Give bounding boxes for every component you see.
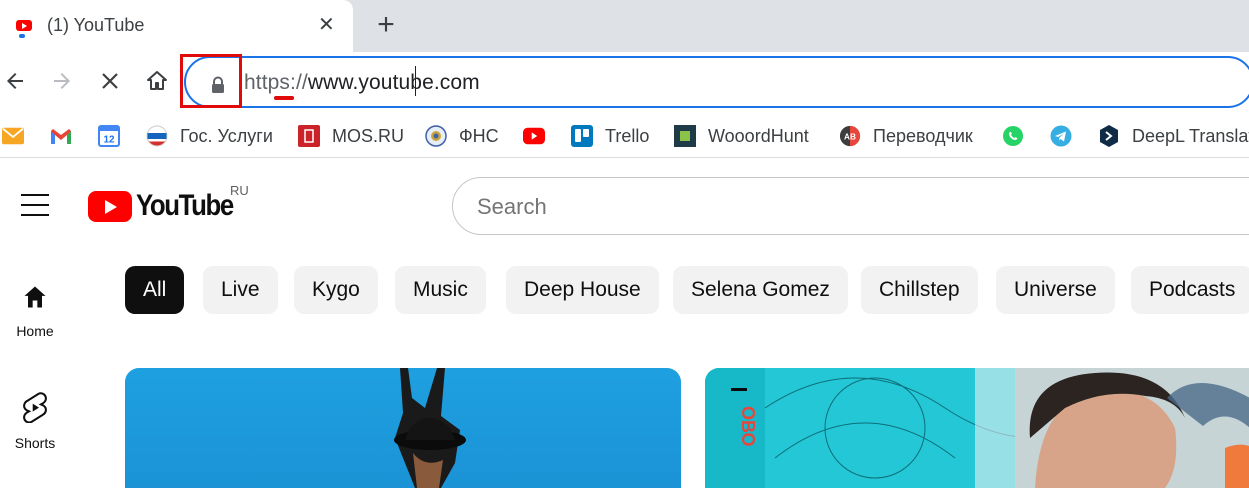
back-button[interactable] bbox=[0, 66, 30, 96]
forward-button[interactable] bbox=[47, 66, 77, 96]
trello-icon bbox=[571, 125, 593, 147]
youtube-play-icon bbox=[88, 190, 132, 222]
youtube-favicon-icon bbox=[16, 20, 32, 31]
mos-ru-icon bbox=[298, 125, 320, 147]
bookmarks-bar: 12 Гос. Услуги MOS.RU ФНС Trello WooordH… bbox=[0, 114, 1249, 158]
youtube-logo[interactable]: YouTube bbox=[88, 189, 249, 222]
wooordhunt-icon bbox=[674, 125, 696, 147]
youtube-icon bbox=[523, 125, 545, 147]
bookmark-whatsapp[interactable] bbox=[1002, 124, 1036, 148]
bookmark-label: WooordHunt bbox=[708, 126, 809, 146]
chip-live[interactable]: Live bbox=[203, 266, 278, 314]
thumbnail-overlay-text: ОВО bbox=[738, 406, 758, 447]
bookmark-translator[interactable]: AB Переводчик bbox=[839, 124, 973, 148]
close-icon bbox=[102, 73, 118, 89]
svg-text:AB: AB bbox=[844, 133, 856, 142]
bookmark-label: Гос. Услуги bbox=[180, 126, 273, 146]
chip-deep-house[interactable]: Deep House bbox=[506, 266, 659, 314]
new-tab-button[interactable]: + bbox=[372, 10, 400, 40]
tab-activity-indicator bbox=[19, 34, 25, 38]
text-cursor bbox=[415, 66, 416, 96]
chip-universe[interactable]: Universe bbox=[996, 266, 1115, 314]
arrow-left-icon bbox=[7, 73, 23, 89]
chip-podcasts[interactable]: Podcasts bbox=[1131, 266, 1249, 314]
browser-toolbar: https://www.youtube.com bbox=[0, 52, 1249, 114]
sidebar-item-label: Shorts bbox=[14, 435, 56, 451]
gmail-icon bbox=[50, 125, 72, 147]
search-box[interactable] bbox=[452, 177, 1249, 235]
video-thumbnail[interactable]: ОВО bbox=[705, 368, 1249, 488]
performer-silhouette-image bbox=[394, 368, 466, 488]
calendar-icon: 12 bbox=[98, 125, 120, 147]
url-scheme: https:// bbox=[244, 71, 308, 94]
bookmark-label: Trello bbox=[605, 126, 650, 146]
bookmark-mos-ru[interactable]: MOS.RU bbox=[298, 124, 404, 148]
chip-selena-gomez[interactable]: Selena Gomez bbox=[673, 266, 848, 314]
bookmark-mail[interactable] bbox=[2, 124, 36, 148]
gosuslugi-icon bbox=[146, 125, 168, 147]
hamburger-menu-icon[interactable] bbox=[21, 194, 49, 216]
bookmark-trello[interactable]: Trello bbox=[571, 124, 649, 148]
bookmark-wooordhunt[interactable]: WooordHunt bbox=[674, 124, 809, 148]
fns-icon bbox=[425, 125, 447, 147]
bookmark-label: ФНС bbox=[459, 126, 499, 146]
bookmark-fns[interactable]: ФНС bbox=[425, 124, 499, 148]
home-icon bbox=[24, 286, 46, 308]
home-outline-icon bbox=[147, 71, 167, 90]
chip-kygo[interactable]: Kygo bbox=[294, 266, 378, 314]
sidebar-item-label: Home bbox=[16, 323, 54, 339]
bookmark-label: Переводчик bbox=[873, 126, 973, 146]
chip-music[interactable]: Music bbox=[395, 266, 486, 314]
podcast-thumbnail-image: ОВО bbox=[705, 368, 1249, 488]
search-input[interactable] bbox=[477, 190, 1237, 224]
stop-loading-button[interactable] bbox=[95, 66, 125, 96]
bookmark-calendar[interactable]: 12 bbox=[98, 124, 132, 148]
bookmark-deepl[interactable]: DeepL Translat bbox=[1098, 124, 1249, 148]
chip-chillstep[interactable]: Chillstep bbox=[861, 266, 978, 314]
browser-tab-youtube[interactable]: (1) YouTube ✕ bbox=[0, 0, 353, 52]
tab-strip: (1) YouTube ✕ + bbox=[0, 0, 1249, 52]
url-host: www.youtube.com bbox=[307, 71, 480, 94]
calendar-badge-text: 12 bbox=[103, 135, 115, 146]
video-thumbnail[interactable] bbox=[125, 368, 681, 488]
arrow-right-icon bbox=[54, 73, 70, 89]
bookmark-gosuslugi[interactable]: Гос. Услуги bbox=[146, 124, 273, 148]
tab-title: (1) YouTube bbox=[47, 15, 145, 35]
sidebar-item-shorts[interactable]: Shorts bbox=[0, 391, 70, 451]
home-button[interactable] bbox=[142, 66, 172, 96]
chip-all[interactable]: All bbox=[125, 266, 185, 314]
deepl-icon bbox=[1098, 125, 1120, 147]
translator-icon: AB bbox=[839, 125, 861, 147]
tab-close-icon[interactable]: ✕ bbox=[318, 13, 335, 37]
bookmark-telegram[interactable] bbox=[1050, 124, 1084, 148]
whatsapp-icon bbox=[1002, 125, 1024, 147]
address-bar-url[interactable]: https://www.youtube.com bbox=[244, 71, 480, 95]
youtube-wordmark: YouTube bbox=[136, 189, 234, 222]
mail-icon bbox=[2, 125, 24, 147]
shorts-icon bbox=[23, 392, 47, 423]
bookmark-gmail[interactable] bbox=[50, 124, 84, 148]
bookmark-label: MOS.RU bbox=[332, 126, 404, 146]
scheme-underline-mark bbox=[274, 96, 294, 100]
telegram-icon bbox=[1050, 125, 1072, 147]
bookmark-label: DeepL Translat bbox=[1132, 126, 1249, 146]
sidebar-item-home[interactable]: Home bbox=[0, 283, 70, 339]
site-info-highlight-box bbox=[180, 54, 242, 108]
bookmark-youtube[interactable] bbox=[523, 124, 557, 148]
country-code: RU bbox=[230, 183, 249, 198]
